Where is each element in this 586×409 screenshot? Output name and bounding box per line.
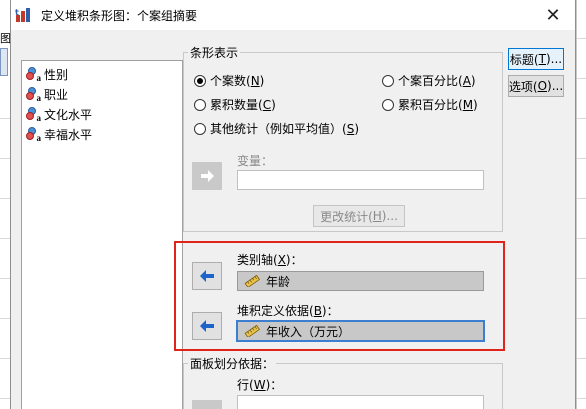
options-button[interactable]: 选项(O)... (508, 75, 564, 97)
radio-unselected-icon (382, 98, 394, 111)
title-bar: t 定义堆积条形图：个案组摘要 ✕ (11, 0, 575, 30)
radio-label: 其他统计（例如平均值）(S) (210, 122, 359, 136)
radio-label: 累积数量(C) (210, 98, 276, 112)
nominal-variable-icon: a (26, 127, 41, 143)
move-to-rows-button[interactable] (192, 400, 222, 409)
arrow-right-icon (201, 170, 214, 182)
radio-cumulative-percent[interactable]: 累积百分比(M) (382, 96, 478, 113)
radio-unselected-icon (194, 122, 206, 135)
define-stacked-bar-dialog: t 定义堆积条形图：个案组摘要 ✕ a 性别 a 职业 a 文化水平 a 幸福水… (10, 0, 576, 409)
radio-other-statistic[interactable]: 其他统计（例如平均值）(S) (194, 120, 359, 137)
radio-unselected-icon (194, 98, 206, 111)
titles-button[interactable]: 标题(T)... (508, 48, 564, 70)
move-to-variable-button[interactable] (192, 162, 222, 190)
radio-n-of-cases[interactable]: 个案数(N) (194, 72, 264, 89)
radio-cumulative-n[interactable]: 累积数量(C) (194, 96, 276, 113)
rows-field[interactable] (237, 395, 484, 409)
rows-label: 行(W)： (237, 378, 283, 392)
radio-label: 个案数(N) (210, 74, 265, 88)
variable-list[interactable]: a 性别 a 职业 a 文化水平 a 幸福水平 (21, 60, 183, 409)
variable-item-education[interactable]: a 文化水平 (26, 104, 92, 124)
variable-label: 文化水平 (44, 107, 93, 122)
variable-label: 幸福水平 (44, 127, 93, 142)
variable-label: 职业 (44, 87, 69, 102)
svg-text:t: t (15, 8, 19, 17)
radio-label: 个案百分比(A) (398, 74, 476, 88)
background-app-right (576, 0, 586, 409)
radio-percent-of-cases[interactable]: 个案百分比(A) (382, 72, 476, 89)
close-icon: ✕ (545, 4, 561, 26)
radio-unselected-icon (382, 74, 394, 87)
radio-selected-icon (194, 74, 206, 87)
variable-item-gender[interactable]: a 性别 (26, 64, 68, 84)
variable-field-label: 变量： (237, 154, 274, 168)
highlight-annotation-box (174, 241, 505, 351)
variable-label: 性别 (44, 67, 69, 82)
close-button[interactable]: ✕ (531, 0, 575, 30)
statistic-variable-field[interactable] (237, 170, 484, 190)
background-grid-icon (0, 48, 8, 76)
change-statistic-button[interactable]: 更改统计(H)... (313, 205, 405, 227)
variable-item-occupation[interactable]: a 职业 (26, 84, 68, 104)
nominal-variable-icon: a (26, 87, 41, 103)
dialog-title: 定义堆积条形图：个案组摘要 (41, 9, 198, 23)
nominal-variable-icon: a (26, 67, 41, 83)
nominal-variable-icon: a (26, 107, 41, 123)
bars-represent-label: 条形表示 (188, 44, 241, 61)
variable-item-happiness[interactable]: a 幸福水平 (26, 124, 92, 144)
panel-by-label: 面板划分依据： (188, 355, 277, 372)
radio-label: 累积百分比(M) (398, 98, 478, 112)
spss-chart-app-icon: t (15, 7, 33, 23)
